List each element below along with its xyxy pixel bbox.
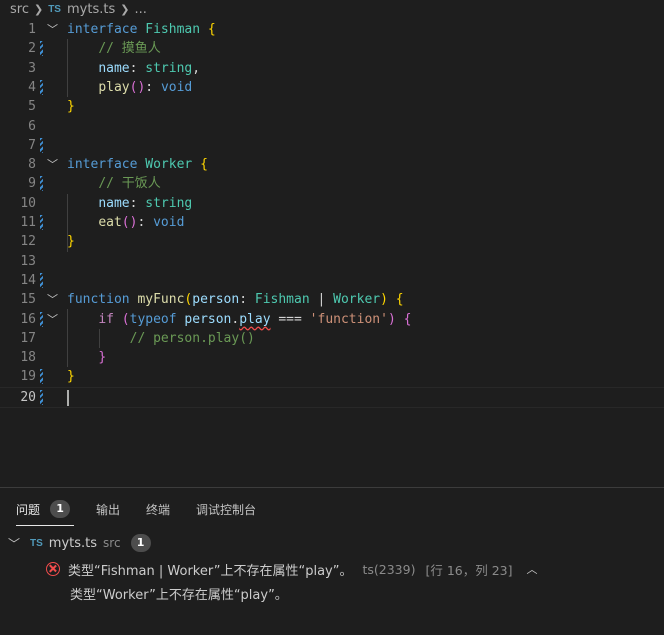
code-line-active: 20 (0, 386, 664, 408)
tab-debug-console-label: 调试控制台 (196, 502, 257, 517)
chevron-up-icon[interactable]: ︿ (526, 561, 537, 577)
change-marker (40, 215, 43, 230)
change-marker (40, 137, 43, 153)
fold-chevron-icon[interactable]: ﹀ (47, 20, 58, 39)
change-marker (40, 311, 43, 327)
code-line: 5 } (0, 97, 664, 116)
chevron-down-icon[interactable]: ﹀ (8, 535, 20, 552)
problem-item[interactable]: 类型“Fishman | Worker”上不存在属性“play”。 ts(233… (46, 558, 537, 580)
line-number: 3 (28, 60, 36, 76)
code-line: 2 // 摸鱼人 (0, 39, 664, 58)
chevron-right-icon: ❯ (33, 2, 44, 16)
problem-source: ts(2339) (362, 561, 416, 577)
tab-problems-label: 问题 (16, 502, 41, 517)
typescript-icon: TS (48, 3, 61, 15)
code-line: 16 ﹀ if (typeof person.play === 'functio… (0, 310, 664, 329)
breadcrumb-symbols[interactable]: ... (134, 2, 146, 17)
line-number: 10 (20, 195, 36, 211)
change-marker (40, 389, 43, 405)
line-number: 17 (20, 330, 36, 346)
error-icon (46, 562, 60, 576)
code-line: 9 // 干饭人 (0, 174, 664, 193)
code-line: 3 name: string, (0, 59, 664, 78)
tab-problems[interactable]: 问题 1 (16, 496, 75, 526)
panel-tabs: 问题 1 输出 终端 调试控制台 (16, 496, 282, 526)
line-number: 15 (20, 292, 36, 308)
line-number: 2 (28, 41, 36, 57)
code-line: 14 (0, 271, 664, 290)
code-line: 7 (0, 136, 664, 155)
fold-chevron-icon[interactable]: ﹀ (47, 310, 58, 329)
line-number: 13 (20, 253, 36, 269)
change-marker (40, 41, 43, 57)
bottom-panel: 问题 1 输出 终端 调试控制台 ﹀ TS myts.ts src 1 类型“F… (0, 487, 664, 635)
code-line: 12 } (0, 232, 664, 251)
problem-file-name: myts.ts (48, 535, 98, 551)
tab-terminal-label: 终端 (146, 502, 171, 517)
tab-output[interactable]: 输出 (96, 496, 120, 522)
change-marker (40, 79, 43, 95)
code-line: 15 ﹀ function myFunc(person: Fishman | W… (0, 290, 664, 309)
line-number: 12 (20, 234, 36, 250)
code-line: 18 } (0, 348, 664, 367)
line-number: 9 (28, 176, 36, 192)
typescript-icon: TS (30, 537, 43, 549)
breadcrumb: src ❯ TS myts.ts ❯ ... (0, 0, 664, 18)
code-line: 17 // person.play() (0, 329, 664, 348)
problem-detail: 类型“Worker”上不存在属性“play”。 (70, 588, 288, 603)
line-number: 11 (20, 215, 36, 230)
tab-terminal[interactable]: 终端 (146, 496, 170, 522)
change-marker (40, 369, 43, 385)
code-editor[interactable]: 1 ﹀ interface Fishman { 2 // 摸鱼人 3 name:… (0, 20, 664, 410)
line-number: 19 (20, 369, 36, 385)
chevron-right-icon: ❯ (120, 2, 130, 16)
problem-message: 类型“Fishman | Worker”上不存在属性“play”。 (68, 563, 353, 579)
file-problem-count-badge: 1 (130, 534, 151, 552)
problem-location: [行 16，列 23] (425, 562, 513, 578)
problem-file-folder: src (103, 536, 121, 550)
line-number: 8 (28, 157, 36, 173)
fold-chevron-icon[interactable]: ﹀ (47, 290, 58, 309)
line-number: 7 (28, 137, 36, 153)
code-line: 8 ﹀ interface Worker { (0, 155, 664, 174)
code-line: 19 } (0, 367, 664, 386)
code-line: 10 name: string (0, 194, 664, 213)
line-number: 20 (20, 389, 36, 405)
line-number: 18 (20, 350, 36, 366)
change-marker (40, 272, 43, 288)
code-line: 13 (0, 252, 664, 271)
change-marker (40, 176, 43, 192)
code-line: 1 ﹀ interface Fishman { (0, 20, 664, 39)
fold-chevron-icon[interactable]: ﹀ (47, 155, 58, 174)
problem-file-row[interactable]: ﹀ TS myts.ts src 1 (0, 532, 151, 554)
code-line: 6 (0, 117, 664, 136)
problems-count-badge: 1 (50, 500, 71, 518)
breadcrumb-folder[interactable]: src (10, 2, 29, 17)
text-cursor (67, 389, 69, 406)
line-number: 4 (28, 79, 36, 95)
code-line: 11 eat(): void (0, 213, 664, 232)
line-number: 14 (20, 272, 36, 288)
tab-output-label: 输出 (96, 502, 121, 517)
line-number: 16 (20, 311, 36, 327)
line-number: 5 (28, 99, 36, 115)
line-number: 6 (28, 118, 36, 134)
breadcrumb-file[interactable]: myts.ts (67, 2, 115, 17)
code-line: 4 play(): void (0, 78, 664, 97)
line-number: 1 (28, 22, 36, 37)
tab-debug-console[interactable]: 调试控制台 (196, 496, 256, 522)
